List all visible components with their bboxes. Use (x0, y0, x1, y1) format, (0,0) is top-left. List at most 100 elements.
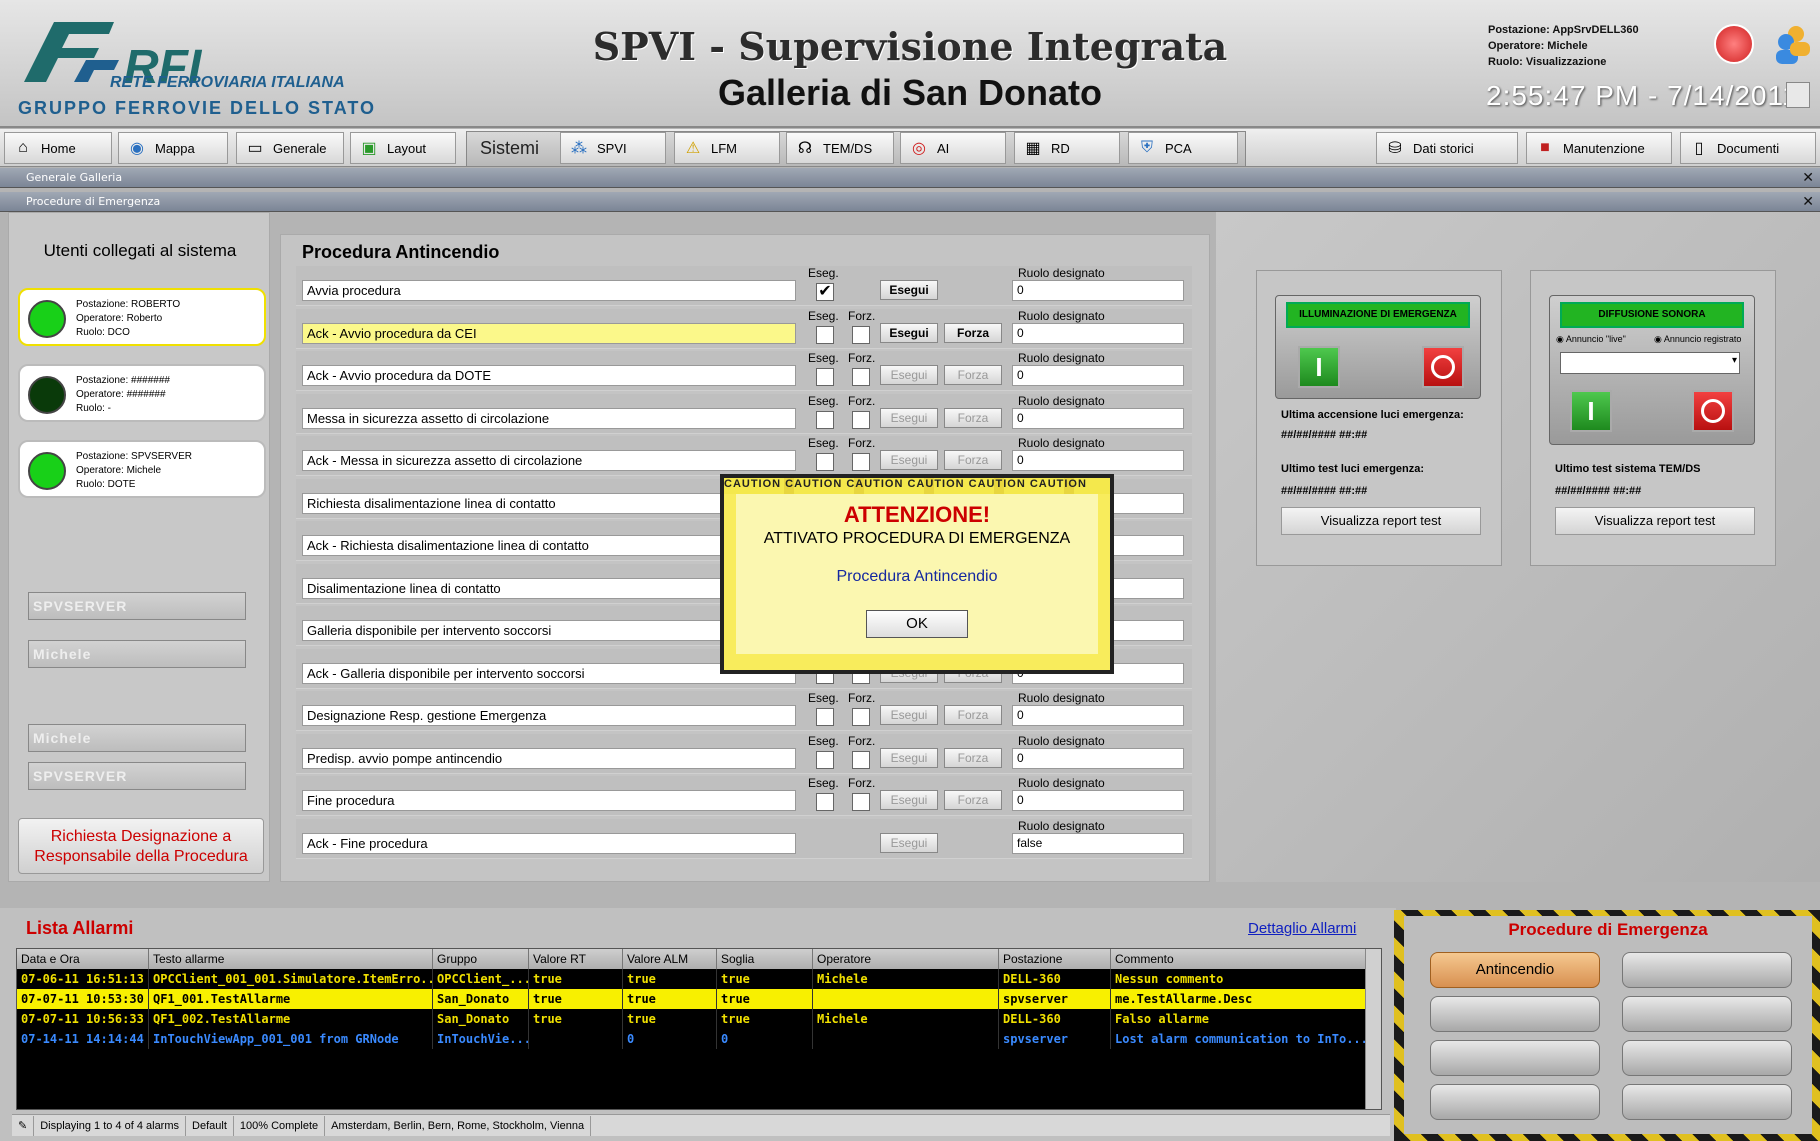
exec-checkbox[interactable] (816, 325, 834, 344)
force-checkbox[interactable] (852, 708, 870, 726)
execute-button[interactable]: Esegui (880, 747, 938, 768)
general-button[interactable]: ▭ Generale (236, 132, 344, 164)
user-card[interactable]: Postazione: ROBERTO Operatore: Roberto Ruo… (18, 288, 266, 346)
step-name: Fine procedura (302, 790, 796, 811)
radio-live[interactable]: ◉ Annuncio "live" (1556, 334, 1626, 345)
force-button[interactable]: Forza (944, 747, 1002, 768)
dialog-procedure: Procedura Antincendio (836, 568, 998, 585)
exec-checkbox[interactable] (816, 708, 834, 726)
layout-button[interactable]: ▣ Layout (350, 132, 456, 164)
radio-live-label: Annuncio "live" (1565, 334, 1626, 344)
emergency-procedure-button[interactable] (1622, 996, 1792, 1032)
spvi-button[interactable]: ⁂ SPVI (560, 132, 666, 164)
force-checkbox[interactable] (852, 368, 870, 386)
force-button[interactable]: Forza (944, 365, 1002, 385)
force-button[interactable]: Forza (944, 322, 1002, 343)
lfm-button[interactable]: ⚠ LFM (674, 132, 780, 164)
documents-button[interactable]: ▯ Documenti (1680, 132, 1816, 164)
execute-button[interactable]: Esegui (880, 832, 938, 853)
force-checkbox[interactable] (852, 750, 870, 769)
designated-role-value: 0 (1012, 365, 1184, 386)
view-report-button[interactable]: Visualizza report test (1281, 507, 1481, 535)
pca-button[interactable]: ⛨ PCA (1128, 132, 1238, 164)
column-header[interactable]: Operatore (813, 949, 999, 969)
close-icon[interactable]: ✕ (1802, 192, 1814, 212)
scrollbar[interactable] (1365, 949, 1381, 1109)
execute-button[interactable]: Esegui (880, 705, 938, 725)
sound-off-button[interactable] (1692, 390, 1734, 432)
execute-button[interactable]: Esegui (880, 790, 938, 810)
emergency-procedure-button[interactable] (1622, 952, 1792, 988)
execute-button[interactable]: Esegui (880, 365, 938, 385)
user-card[interactable]: Postazione: ####### Operatore: ####### Ruo… (18, 364, 266, 422)
alarm-row[interactable]: 07-07-11 10:56:33 QF1_002.TestAllarme San_… (17, 1009, 1381, 1029)
force-button[interactable]: Forza (944, 705, 1002, 725)
force-button[interactable]: Forza (944, 450, 1002, 470)
alarm-row[interactable]: 07-07-11 10:53:30 QF1_001.TestAllarme San_… (17, 989, 1381, 1009)
window-bar-title: Procedure di Emergenza (26, 195, 161, 208)
printer-icon[interactable] (1786, 82, 1810, 108)
maintenance-label: Manutenzione (1563, 140, 1645, 156)
view-report-button[interactable]: Visualizza report test (1555, 507, 1755, 535)
rd-button[interactable]: ▦ RD (1014, 132, 1120, 164)
column-header[interactable]: Valore ALM (623, 949, 717, 969)
exec-checkbox[interactable] (816, 410, 834, 429)
exec-checkbox[interactable] (816, 453, 834, 471)
ok-button[interactable]: OK (866, 610, 968, 638)
antincendio-button[interactable]: Antincendio (1430, 952, 1600, 988)
announcement-select[interactable]: ▾ (1560, 352, 1740, 374)
alarm-detail-link[interactable]: Dettaglio Allarmi (1248, 920, 1356, 937)
force-button[interactable]: Forza (944, 790, 1002, 810)
execute-button[interactable]: Esegui (880, 450, 938, 470)
emergency-procedure-button[interactable] (1430, 1040, 1600, 1076)
emergency-procedure-button[interactable] (1430, 996, 1600, 1032)
exec-checkbox[interactable] (816, 750, 834, 769)
column-header[interactable]: Gruppo (433, 949, 529, 969)
force-checkbox[interactable] (852, 410, 870, 429)
column-header[interactable]: Testo allarme (149, 949, 433, 969)
execute-button[interactable]: Esegui (880, 280, 938, 300)
history-button[interactable]: ⛁ Dati storici (1376, 132, 1518, 164)
alarm-cell: OPCClient_... (433, 969, 529, 989)
alarm-row[interactable]: 07-06-11 16:51:13 OPCClient_001_001.Simul… (17, 969, 1381, 989)
column-header[interactable]: Soglia (717, 949, 813, 969)
force-checkbox[interactable] (852, 325, 870, 344)
exec-checkbox[interactable] (816, 793, 834, 811)
maintenance-button[interactable]: ■ Manutenzione (1526, 132, 1672, 164)
exec-column-label: Eseg. (808, 436, 839, 450)
close-icon[interactable]: ✕ (1802, 168, 1814, 188)
sound-on-button[interactable]: I (1570, 390, 1612, 432)
force-checkbox[interactable] (852, 453, 870, 471)
emergency-procedure-button[interactable] (1430, 1084, 1600, 1120)
home-button[interactable]: ⌂ Home (4, 132, 112, 164)
dialog-title: ATTENZIONE! (843, 502, 991, 527)
column-header[interactable]: Commento (1111, 949, 1371, 969)
column-header[interactable]: Valore RT (529, 949, 623, 969)
lighting-off-button[interactable] (1422, 346, 1464, 388)
radio-recorded[interactable]: ◉ Annuncio registrato (1654, 334, 1741, 345)
systems-label: Sistemi (480, 138, 540, 158)
column-header[interactable]: Data e Ora (17, 949, 149, 969)
exec-checkbox[interactable]: ✔ (816, 283, 834, 301)
users-icon[interactable] (1772, 22, 1812, 66)
emergency-procedure-button[interactable] (1622, 1040, 1792, 1076)
emergency-procedure-button[interactable] (1622, 1084, 1792, 1120)
alarm-cell (813, 989, 999, 1009)
force-button[interactable]: Forza (944, 407, 1002, 428)
request-designation-button[interactable]: Richiesta Designazione a Responsabile de… (18, 818, 264, 874)
exec-checkbox[interactable] (816, 368, 834, 386)
execute-button[interactable]: Esegui (880, 322, 938, 343)
map-button[interactable]: ◉ Mappa (118, 132, 228, 164)
force-checkbox[interactable] (852, 793, 870, 811)
alarm-cell: true (717, 969, 813, 989)
temds-button[interactable]: ☊ TEM/DS (786, 132, 894, 164)
exec-column-label: Eseg. (808, 393, 839, 408)
lighting-on-button[interactable]: I (1298, 346, 1340, 388)
column-header[interactable]: Postazione (999, 949, 1111, 969)
alarm-cell (813, 1029, 999, 1049)
execute-button[interactable]: Esegui (880, 407, 938, 428)
alarm-row[interactable]: 07-14-11 14:14:44 InTouchViewApp_001_001 … (17, 1029, 1381, 1049)
ai-button[interactable]: ◎ AI (900, 132, 1006, 164)
user-card[interactable]: Postazione: SPVSERVER Operatore: Michele R… (18, 440, 266, 498)
logout-icon[interactable] (1714, 24, 1754, 64)
